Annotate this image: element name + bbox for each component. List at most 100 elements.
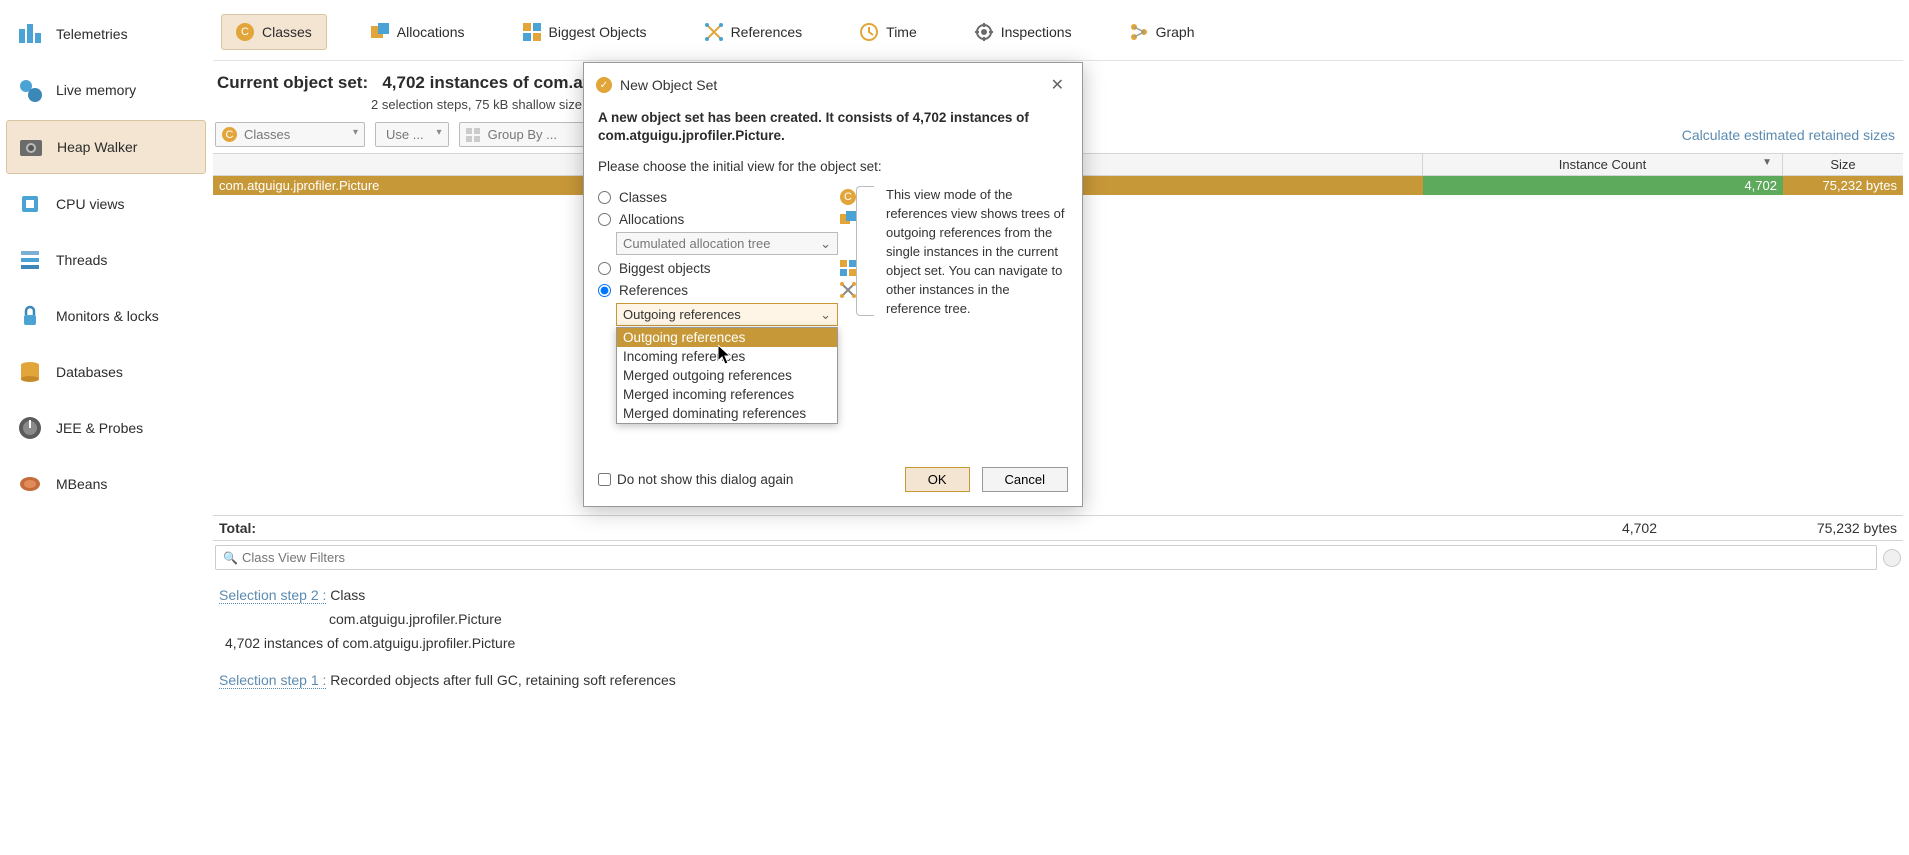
opt-label: Allocations: [619, 212, 840, 227]
tab-label: References: [731, 24, 803, 40]
tab-label: Inspections: [1001, 24, 1072, 40]
total-row: Total: 4,702 75,232 bytes: [213, 515, 1903, 541]
radio-biggest[interactable]: [598, 262, 611, 275]
dd-merged-outgoing[interactable]: Merged outgoing references: [617, 366, 837, 385]
inspections-icon: [975, 23, 993, 41]
radio-allocations[interactable]: [598, 213, 611, 226]
dialog-message: A new object set has been created. It co…: [598, 109, 1068, 159]
dd-incoming[interactable]: Incoming references: [617, 347, 837, 366]
tab-time[interactable]: Time: [846, 14, 931, 50]
class-view-filter-input[interactable]: [215, 545, 1877, 570]
classes-select[interactable]: C Classes: [215, 122, 365, 147]
dialog-body: A new object set has been created. It co…: [584, 107, 1082, 506]
tab-biggest-objects[interactable]: Biggest Objects: [509, 14, 661, 50]
cell-instance: 4,702: [1423, 176, 1783, 195]
sidebar-item-heap-walker[interactable]: Heap Walker: [6, 120, 206, 174]
selection-step-2-link[interactable]: Selection step 2 :: [219, 587, 326, 604]
dont-show-checkbox[interactable]: [598, 473, 611, 486]
sub-select-label: Outgoing references: [623, 307, 741, 322]
view-tabs: C Classes Allocations Biggest Objects Re…: [213, 8, 1903, 61]
new-object-set-dialog: ✓ New Object Set ✕ A new object set has …: [583, 62, 1083, 507]
total-label: Total:: [219, 520, 1417, 536]
references-icon: [840, 282, 856, 298]
sidebar-item-monitors-locks[interactable]: Monitors & locks: [6, 290, 206, 342]
sort-desc-icon: ▼: [1762, 157, 1772, 168]
classes-icon: C: [236, 23, 254, 41]
search-icon: 🔍: [223, 551, 238, 565]
filter-row: 🔍: [213, 541, 1903, 574]
sidebar-item-threads[interactable]: Threads: [6, 234, 206, 286]
col-size[interactable]: Size: [1783, 154, 1903, 175]
dialog-title: New Object Set: [620, 77, 1045, 93]
tab-label: Time: [886, 24, 917, 40]
references-icon: [705, 23, 723, 41]
cancel-button[interactable]: Cancel: [982, 467, 1068, 492]
step2-label: Class: [330, 587, 365, 603]
total-size: 75,232 bytes: [1777, 520, 1897, 536]
classes-icon: C: [222, 127, 237, 142]
select-label: Classes: [244, 127, 290, 142]
sidebar-item-jee-probes[interactable]: JEE & Probes: [6, 402, 206, 454]
databases-icon: [16, 358, 44, 386]
sidebar-item-label: Telemetries: [56, 26, 128, 42]
sidebar-item-label: Monitors & locks: [56, 308, 159, 324]
tab-inspections[interactable]: Inspections: [961, 14, 1086, 50]
dd-merged-incoming[interactable]: Merged incoming references: [617, 385, 837, 404]
sub-select-label: Cumulated allocation tree: [623, 236, 770, 251]
selection-step-1-link[interactable]: Selection step 1 :: [219, 672, 326, 689]
group-icon: [466, 128, 480, 145]
retained-sizes-link[interactable]: Calculate estimated retained sizes: [1682, 127, 1895, 143]
dont-show-wrap[interactable]: Do not show this dialog again: [598, 472, 793, 487]
dialog-header: ✓ New Object Set ✕: [584, 63, 1082, 107]
header-prefix: Current object set:: [217, 73, 368, 92]
radio-classes[interactable]: [598, 191, 611, 204]
sidebar-item-label: Heap Walker: [57, 139, 137, 155]
sidebar-item-databases[interactable]: Databases: [6, 346, 206, 398]
desc-bracket: [856, 186, 874, 316]
cpu-views-icon: [16, 190, 44, 218]
step1-label: Recorded objects after full GC, retainin…: [330, 672, 676, 688]
opt-label: Biggest objects: [619, 261, 840, 276]
dialog-footer: Do not show this dialog again OK Cancel: [598, 457, 1068, 492]
header-title: Current object set: 4,702 instances of c…: [217, 73, 599, 92]
sidebar-item-cpu-views[interactable]: CPU views: [6, 178, 206, 230]
use-select[interactable]: Use ...: [375, 122, 449, 147]
dd-merged-dominating[interactable]: Merged dominating references: [617, 404, 837, 423]
tab-graph[interactable]: Graph: [1116, 14, 1209, 50]
sidebar-item-telemetries[interactable]: Telemetries: [6, 8, 206, 60]
select-label: Use ...: [386, 127, 424, 142]
opt-classes[interactable]: Classes C: [598, 186, 856, 208]
sidebar-item-label: CPU views: [56, 196, 124, 212]
sidebar-item-label: Threads: [56, 252, 107, 268]
tab-allocations[interactable]: Allocations: [357, 14, 479, 50]
tab-label: Classes: [262, 24, 312, 40]
tab-classes[interactable]: C Classes: [221, 14, 327, 50]
opt-biggest[interactable]: Biggest objects: [598, 257, 856, 279]
allocations-icon: [371, 23, 389, 41]
opt-allocations[interactable]: Allocations: [598, 208, 856, 230]
threads-icon: [16, 246, 44, 274]
sidebar-item-live-memory[interactable]: Live memory: [6, 64, 206, 116]
view-description: This view mode of the references view sh…: [874, 186, 1068, 318]
references-dropdown: Outgoing references Incoming references …: [616, 327, 838, 424]
opt-references[interactable]: References: [598, 279, 856, 301]
telemetries-icon: [16, 20, 44, 48]
col-instance-count[interactable]: Instance Count ▼: [1423, 154, 1783, 175]
close-icon[interactable]: ✕: [1045, 73, 1070, 97]
allocations-sub-select[interactable]: Cumulated allocation tree: [616, 232, 838, 255]
tab-references[interactable]: References: [691, 14, 817, 50]
sidebar: Telemetries Live memory Heap Walker CPU …: [6, 8, 206, 514]
dd-outgoing[interactable]: Outgoing references: [617, 328, 837, 347]
col-label: Instance Count: [1559, 157, 1646, 172]
sidebar-item-label: Live memory: [56, 82, 136, 98]
sidebar-item-label: Databases: [56, 364, 123, 380]
tab-label: Graph: [1156, 24, 1195, 40]
graph-icon: [1130, 23, 1148, 41]
select-label: Group By ...: [488, 127, 557, 142]
ok-button[interactable]: OK: [905, 467, 970, 492]
sidebar-item-mbeans[interactable]: MBeans: [6, 458, 206, 510]
radio-references[interactable]: [598, 284, 611, 297]
filter-options-icon[interactable]: [1883, 549, 1901, 567]
references-sub-select[interactable]: Outgoing references: [616, 303, 838, 326]
options-column: Classes C Allocations Cumulated allocati…: [598, 186, 856, 457]
